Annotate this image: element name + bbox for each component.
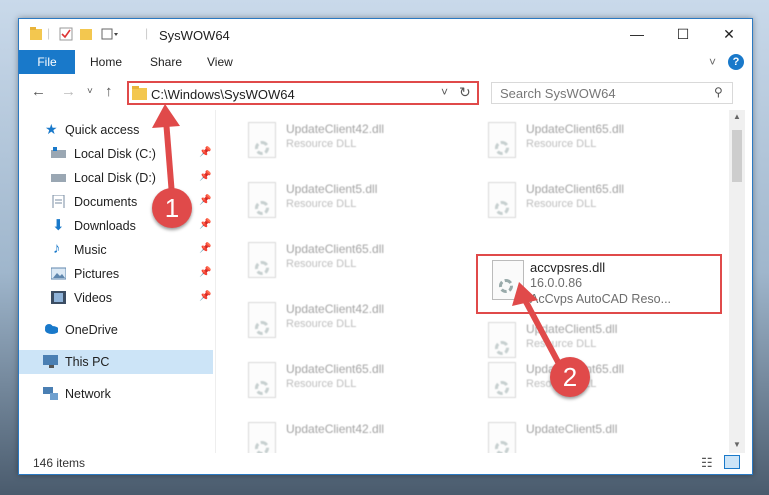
annotation-layer	[152, 104, 561, 364]
arrow-2-head	[512, 282, 538, 306]
step-2-badge: 2	[550, 357, 590, 397]
step-1-badge: 1	[152, 188, 192, 228]
arrow-1	[163, 119, 175, 196]
arrow-1-head	[152, 104, 180, 128]
arrow-2	[522, 298, 561, 364]
